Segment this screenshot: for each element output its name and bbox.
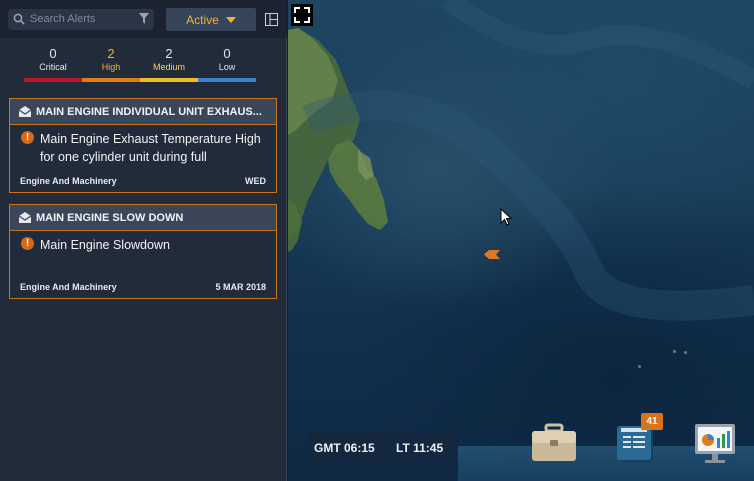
alert-card-body: ! Main Engine Slowdown Engine And Machin… [10, 231, 276, 298]
count-low-bar [198, 78, 256, 82]
count-medium-value: 2 [165, 46, 173, 61]
status-filter-dropdown[interactable]: Active [166, 8, 256, 31]
count-medium[interactable]: 2 Medium [140, 46, 198, 82]
count-low-label: Low [218, 62, 236, 72]
alerts-toolbar: Search Alerts Active [0, 0, 287, 38]
search-icon [13, 13, 25, 25]
count-high[interactable]: 2 High [82, 46, 140, 82]
alerts-panel: Search Alerts Active 0 Critical 2 High 2 [0, 0, 287, 481]
warning-icon: ! [21, 131, 34, 144]
alert-card[interactable]: MAIN ENGINE INDIVIDUAL UNIT EXHAUS... ! … [9, 98, 277, 193]
map-light-dot [684, 351, 687, 354]
status-filter-label: Active [186, 12, 219, 27]
count-medium-bar [140, 78, 198, 82]
chevron-down-icon [225, 16, 236, 23]
severity-counts: 0 Critical 2 High 2 Medium 0 Low [24, 46, 256, 84]
count-low-value: 0 [223, 46, 231, 61]
count-critical-label: Critical [39, 62, 67, 72]
search-placeholder: Search Alerts [30, 13, 96, 25]
count-critical-bar [24, 78, 82, 82]
map-view[interactable]: GMT 06:15 LT 11:45 41 [288, 0, 754, 481]
alert-description: Main Engine Slowdown [40, 238, 170, 252]
fullscreen-button[interactable] [291, 4, 313, 26]
alert-description: Main Engine Exhaust Temperature High for… [40, 132, 261, 164]
count-medium-label: Medium [152, 62, 185, 72]
count-critical[interactable]: 0 Critical [24, 46, 82, 82]
warning-icon: ! [21, 237, 34, 250]
alert-title: MAIN ENGINE SLOW DOWN [36, 211, 184, 224]
map-light-dot [673, 350, 676, 353]
alert-title: MAIN ENGINE INDIVIDUAL UNIT EXHAUS... [36, 105, 262, 118]
alert-date: 5 MAR 2018 [215, 282, 266, 292]
alert-card[interactable]: MAIN ENGINE SLOW DOWN ! Main Engine Slow… [9, 204, 277, 299]
vessel-icon[interactable] [484, 250, 500, 259]
layout-toggle-icon[interactable] [265, 13, 278, 26]
envelope-icon [19, 106, 31, 117]
alert-card-body: ! Main Engine Exhaust Temperature High f… [10, 125, 276, 192]
fullscreen-icon [294, 7, 310, 23]
alert-date: WED [245, 176, 266, 186]
search-input[interactable]: Search Alerts [8, 9, 154, 30]
filter-icon[interactable] [139, 13, 149, 25]
mouse-cursor-icon [500, 208, 512, 226]
logbook-count-badge: 41 [641, 413, 663, 430]
alert-category: Engine And Machinery [20, 176, 117, 186]
local-time-clock: LT 11:45 [396, 441, 444, 455]
alert-card-header: MAIN ENGINE SLOW DOWN [10, 205, 276, 231]
count-low[interactable]: 0 Low [198, 46, 256, 82]
alert-card-header: MAIN ENGINE INDIVIDUAL UNIT EXHAUS... [10, 99, 276, 125]
dashboard-monitor-icon[interactable] [693, 422, 737, 464]
count-high-label: High [101, 62, 121, 72]
gmt-clock: GMT 06:15 [314, 441, 375, 455]
envelope-icon [19, 212, 31, 223]
count-high-bar [82, 78, 140, 82]
map-landmass [288, 0, 754, 321]
count-high-value: 2 [107, 46, 115, 61]
logbook-icon[interactable] [615, 424, 655, 464]
alert-category: Engine And Machinery [20, 282, 117, 292]
count-critical-value: 0 [49, 46, 57, 61]
map-light-dot [638, 365, 641, 368]
briefcase-icon[interactable] [530, 423, 578, 463]
